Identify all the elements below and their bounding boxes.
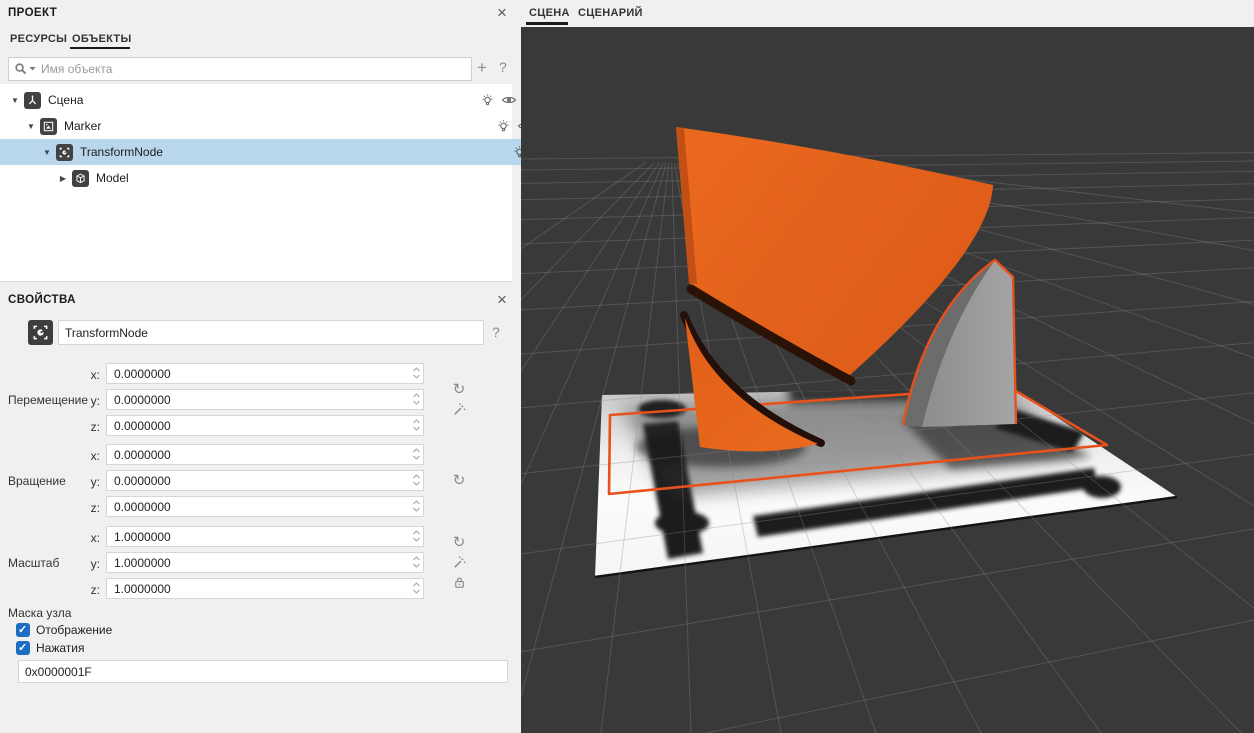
collapse-arrow-icon[interactable]: ▶ bbox=[56, 174, 70, 183]
axis-label: z: bbox=[72, 583, 100, 597]
tree-item-model[interactable]: ▶ Model bbox=[0, 165, 568, 191]
rotation-y-input[interactable] bbox=[106, 470, 424, 491]
object-search[interactable] bbox=[8, 57, 472, 81]
transform-icon bbox=[28, 320, 53, 345]
project-panel-title: ПРОЕКТ bbox=[8, 7, 57, 19]
axis-label: x: bbox=[72, 449, 100, 463]
tree-item-label: Marker bbox=[61, 119, 492, 133]
node-name-field[interactable] bbox=[58, 320, 484, 345]
active-tab-underline bbox=[70, 47, 130, 49]
highlight-bulb-icon[interactable] bbox=[476, 91, 498, 109]
translation-x-field[interactable] bbox=[106, 363, 424, 384]
visibility-eye-icon[interactable] bbox=[498, 91, 520, 109]
tab-scenario[interactable]: СЦЕНАРИЙ bbox=[578, 7, 643, 19]
spinner-icon[interactable] bbox=[412, 554, 421, 575]
axis-label: y: bbox=[72, 475, 100, 489]
search-input[interactable] bbox=[39, 61, 471, 77]
expand-arrow-icon[interactable]: ▼ bbox=[40, 148, 54, 157]
spinner-icon[interactable] bbox=[412, 365, 421, 386]
properties-close-icon[interactable]: × bbox=[497, 293, 507, 307]
node-mask-label: Маска узла bbox=[8, 606, 71, 620]
rotation-x-input[interactable] bbox=[106, 444, 424, 465]
object-tree: ▼ Сцена ▼ Marker bbox=[0, 84, 512, 281]
scale-z-field[interactable] bbox=[106, 578, 424, 599]
project-help-button[interactable]: ? bbox=[499, 59, 507, 75]
scene-3d-render bbox=[521, 27, 1254, 733]
spinner-icon[interactable] bbox=[412, 446, 421, 467]
viewport-tabbar: СЦЕНА СЦЕНАРИЙ bbox=[513, 0, 1254, 27]
tree-item-transformnode[interactable]: ▼ TransformNode bbox=[0, 139, 552, 165]
spinner-icon[interactable] bbox=[412, 580, 421, 601]
axis-label: z: bbox=[72, 501, 100, 515]
model-cube-icon bbox=[72, 170, 89, 187]
application-window: ПРОЕКТ × РЕСУРСЫ ОБЪЕКТЫ + ? ▼ Сцена ▼ bbox=[0, 0, 1254, 733]
reset-scale-icon[interactable]: ↻ bbox=[450, 533, 468, 551]
spinner-icon[interactable] bbox=[412, 528, 421, 549]
active-viewport-tab-underline bbox=[526, 22, 568, 25]
checkbox-label: Нажатия bbox=[36, 641, 84, 655]
tree-item-label: Сцена bbox=[45, 93, 476, 107]
scale-z-input[interactable] bbox=[106, 578, 424, 599]
spinner-icon[interactable] bbox=[412, 498, 421, 519]
axis-label: y: bbox=[72, 557, 100, 571]
viewport-background bbox=[521, 27, 1254, 733]
translation-z-field[interactable] bbox=[106, 415, 424, 436]
spinner-icon[interactable] bbox=[412, 391, 421, 412]
wand-translation-icon[interactable] bbox=[450, 400, 468, 418]
reset-translation-icon[interactable]: ↻ bbox=[450, 380, 468, 398]
axis-label: y: bbox=[72, 394, 100, 408]
checkbox-label: Отображение bbox=[36, 623, 112, 637]
scale-y-field[interactable] bbox=[106, 552, 424, 573]
lock-scale-icon[interactable] bbox=[450, 573, 468, 591]
tree-item-marker[interactable]: ▼ Marker bbox=[0, 113, 536, 139]
reset-rotation-icon[interactable]: ↻ bbox=[450, 471, 468, 489]
highlight-bulb-icon[interactable] bbox=[492, 117, 514, 135]
scene-tripod-icon bbox=[24, 92, 41, 109]
rotation-group-label: Вращение bbox=[8, 474, 66, 488]
axis-label: x: bbox=[72, 368, 100, 382]
spinner-icon[interactable] bbox=[412, 417, 421, 438]
checkbox-checked-icon[interactable] bbox=[16, 641, 30, 655]
tab-resources[interactable]: РЕСУРСЫ bbox=[10, 33, 67, 45]
rotation-z-field[interactable] bbox=[106, 496, 424, 517]
search-icon[interactable] bbox=[9, 62, 39, 77]
scale-x-input[interactable] bbox=[106, 526, 424, 547]
properties-panel-title: СВОЙСТВА bbox=[8, 294, 76, 306]
rotation-z-input[interactable] bbox=[106, 496, 424, 517]
transform-icon bbox=[56, 144, 73, 161]
axis-label: z: bbox=[72, 420, 100, 434]
node-mask-value-field[interactable] bbox=[18, 660, 508, 683]
tab-scene[interactable]: СЦЕНА bbox=[529, 7, 570, 19]
translation-x-input[interactable] bbox=[106, 363, 424, 384]
tree-item-scene[interactable]: ▼ Сцена bbox=[0, 87, 520, 113]
rotation-x-field[interactable] bbox=[106, 444, 424, 465]
project-close-icon[interactable]: × bbox=[497, 6, 507, 20]
translation-y-input[interactable] bbox=[106, 389, 424, 410]
tab-objects[interactable]: ОБЪЕКТЫ bbox=[72, 33, 132, 45]
clicks-checkbox[interactable]: Нажатия bbox=[16, 641, 84, 655]
axis-label: x: bbox=[72, 531, 100, 545]
panel-divider bbox=[0, 281, 512, 282]
scale-x-field[interactable] bbox=[106, 526, 424, 547]
rotation-y-field[interactable] bbox=[106, 470, 424, 491]
spinner-icon[interactable] bbox=[412, 472, 421, 493]
display-checkbox[interactable]: Отображение bbox=[16, 623, 112, 637]
scale-y-input[interactable] bbox=[106, 552, 424, 573]
translation-y-field[interactable] bbox=[106, 389, 424, 410]
marker-icon bbox=[40, 118, 57, 135]
expand-arrow-icon[interactable]: ▼ bbox=[8, 96, 22, 105]
expand-arrow-icon[interactable]: ▼ bbox=[24, 122, 38, 131]
scene-viewport[interactable] bbox=[521, 27, 1254, 733]
tree-item-label: TransformNode bbox=[77, 145, 508, 159]
wand-scale-icon[interactable] bbox=[450, 553, 468, 571]
checkbox-checked-icon[interactable] bbox=[16, 623, 30, 637]
scale-group-label: Масштаб bbox=[8, 556, 59, 570]
properties-help-button[interactable]: ? bbox=[492, 324, 500, 340]
translation-z-input[interactable] bbox=[106, 415, 424, 436]
add-object-button[interactable]: + bbox=[477, 58, 487, 78]
tree-item-label: Model bbox=[93, 171, 524, 185]
